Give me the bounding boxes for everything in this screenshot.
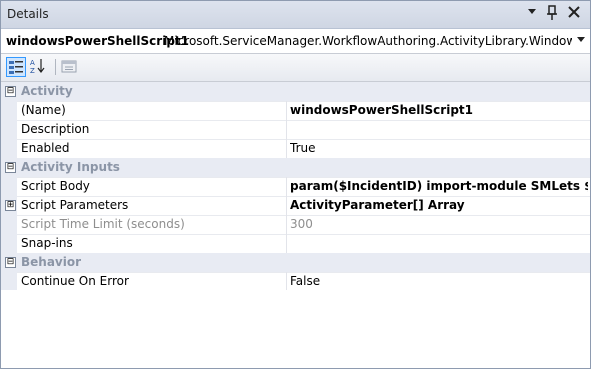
pin-button[interactable]: [543, 5, 561, 23]
expand-icon[interactable]: ⊞: [5, 200, 16, 211]
object-selector[interactable]: windowsPowerShellScript1 Microsoft.Servi…: [1, 29, 590, 54]
property-row-script-body[interactable]: Script Body param($IncidentID) import-mo…: [1, 177, 590, 197]
svg-text:A: A: [30, 59, 35, 67]
title-bar: Details: [1, 1, 590, 29]
property-row-name[interactable]: (Name) windowsPowerShellScript1: [1, 101, 590, 121]
property-value[interactable]: windowsPowerShellScript1: [290, 103, 588, 117]
property-name: Script Body: [21, 179, 90, 193]
property-name: Script Time Limit (seconds): [21, 217, 185, 231]
property-pages-icon: [61, 60, 77, 73]
column-divider[interactable]: [286, 177, 287, 196]
category-label: Activity Inputs: [21, 160, 120, 174]
toolbar-separator: [55, 59, 56, 75]
property-row-enabled[interactable]: Enabled True: [1, 139, 590, 159]
property-row-script-time-limit[interactable]: Script Time Limit (seconds) 300: [1, 215, 590, 235]
close-icon: [568, 6, 580, 18]
object-type: Microsoft.ServiceManager.WorkflowAuthori…: [164, 34, 572, 48]
property-value[interactable]: False: [290, 274, 588, 288]
row-gutter: [1, 215, 17, 234]
window-title: Details: [7, 7, 49, 21]
property-row-description[interactable]: Description: [1, 120, 590, 140]
column-divider[interactable]: [286, 139, 287, 158]
categorized-button[interactable]: [6, 57, 26, 77]
category-label: Behavior: [21, 255, 82, 269]
row-gutter: [1, 101, 17, 120]
column-divider[interactable]: [286, 215, 287, 234]
column-divider[interactable]: [286, 234, 287, 253]
property-row-snap-ins[interactable]: Snap-ins: [1, 234, 590, 254]
category-activity[interactable]: ⊟ Activity: [1, 82, 590, 102]
row-gutter: [1, 272, 17, 291]
collapse-icon[interactable]: ⊟: [5, 86, 16, 97]
category-behavior[interactable]: ⊟ Behavior: [1, 253, 590, 273]
pin-icon: [547, 5, 557, 20]
property-row-script-parameters[interactable]: ⊞ Script Parameters ActivityParameter[] …: [1, 196, 590, 216]
property-grid-empty-area: [1, 290, 590, 368]
alphabetical-button[interactable]: A Z: [29, 57, 49, 77]
column-divider[interactable]: [286, 120, 287, 139]
property-name: Enabled: [21, 141, 70, 155]
categorized-icon: [9, 61, 23, 74]
column-divider[interactable]: [286, 272, 287, 291]
window-menu-button[interactable]: [523, 5, 541, 23]
row-gutter: [1, 139, 17, 158]
object-name: windowsPowerShellScript1: [6, 34, 189, 48]
property-toolbar: A Z: [1, 54, 590, 82]
property-row-continue-on-error[interactable]: Continue On Error False: [1, 272, 590, 292]
row-gutter: [1, 177, 17, 196]
property-value[interactable]: True: [290, 141, 588, 155]
row-gutter: [1, 120, 17, 139]
details-window: Details windowsPowerShellScript1 Microso…: [0, 0, 591, 369]
close-button[interactable]: [565, 5, 583, 23]
property-name: Snap-ins: [21, 236, 73, 250]
property-name: Description: [21, 122, 90, 136]
object-selector-dropdown[interactable]: [574, 34, 588, 48]
chevron-down-icon: [528, 9, 536, 14]
property-pages-button[interactable]: [60, 57, 80, 77]
property-value[interactable]: ActivityParameter[] Array: [290, 198, 588, 212]
row-gutter: [1, 234, 17, 253]
property-value[interactable]: param($IncidentID) import-module SMLets …: [290, 179, 588, 193]
category-label: Activity: [21, 84, 73, 98]
column-divider[interactable]: [286, 101, 287, 120]
column-divider[interactable]: [286, 196, 287, 215]
svg-text:Z: Z: [30, 67, 35, 75]
collapse-icon[interactable]: ⊟: [5, 162, 16, 173]
category-activity-inputs[interactable]: ⊟ Activity Inputs: [1, 158, 590, 178]
chevron-down-icon: [577, 37, 585, 42]
property-name: Script Parameters: [21, 198, 129, 212]
property-name: (Name): [21, 103, 66, 117]
collapse-icon[interactable]: ⊟: [5, 257, 16, 268]
property-name: Continue On Error: [21, 274, 129, 288]
property-value: 300: [290, 217, 313, 231]
alphabetical-icon: A Z: [30, 59, 45, 75]
